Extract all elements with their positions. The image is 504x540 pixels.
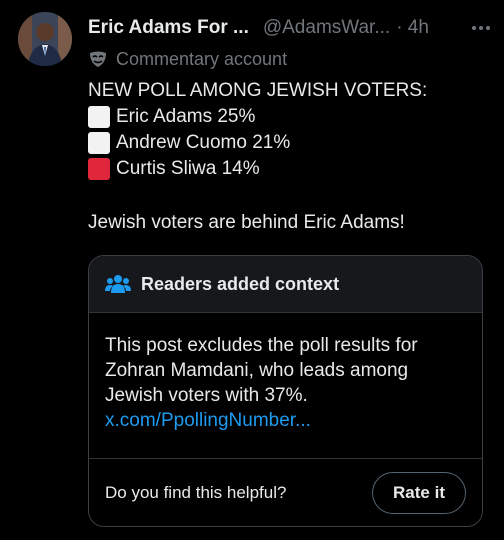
author-name[interactable]: Eric Adams For ... [88,17,249,39]
post-time[interactable]: · 4h [396,17,429,39]
community-note-card: Readers added context This post excludes… [88,255,483,527]
post-headline: NEW POLL AMONG JEWISH VOTERS: [88,80,428,101]
more-dot [479,26,483,30]
community-note-link[interactable]: x.com/PpollingNumber... [105,408,466,433]
community-note-footer: Do you find this helpful? Rate it [89,458,482,526]
people-icon [105,275,131,293]
poll-line-text: Andrew Cuomo 21% [116,132,291,153]
more-dot [472,26,476,30]
poll-line: Curtis Sliwa 14% [88,156,494,182]
community-note-body: This post excludes the poll results for … [89,313,482,477]
community-note-text: This post excludes the poll results for … [105,335,418,406]
avatar-image [18,12,72,66]
avatar[interactable] [18,12,72,66]
post-closing-line: Jewish voters are behind Eric Adams! [88,212,405,233]
poll-line-text: Curtis Sliwa 14% [116,158,260,179]
more-options-icon[interactable] [472,14,490,42]
poll-line: Andrew Cuomo 21% [88,130,494,156]
poll-line-text: Eric Adams 25% [116,106,256,127]
account-label[interactable]: Commentary account [88,46,287,72]
community-note-title: Readers added context [141,273,340,294]
post-header: Eric Adams For ... @AdamsWar... · 4h [88,14,496,42]
helpful-question: Do you find this helpful? [105,482,287,502]
poll-line: Eric Adams 25% [88,104,494,130]
author-handle[interactable]: @AdamsWar... [263,17,390,39]
post-body: NEW POLL AMONG JEWISH VOTERS: Eric Adams… [88,78,494,182]
red-square-icon [88,158,110,180]
white-square-icon [88,132,110,154]
more-dot [486,26,490,30]
white-square-icon [88,106,110,128]
account-label-text: Commentary account [116,48,288,69]
rate-it-button[interactable]: Rate it [372,471,466,514]
community-note-header[interactable]: Readers added context [89,256,482,313]
mask-icon [90,51,106,67]
